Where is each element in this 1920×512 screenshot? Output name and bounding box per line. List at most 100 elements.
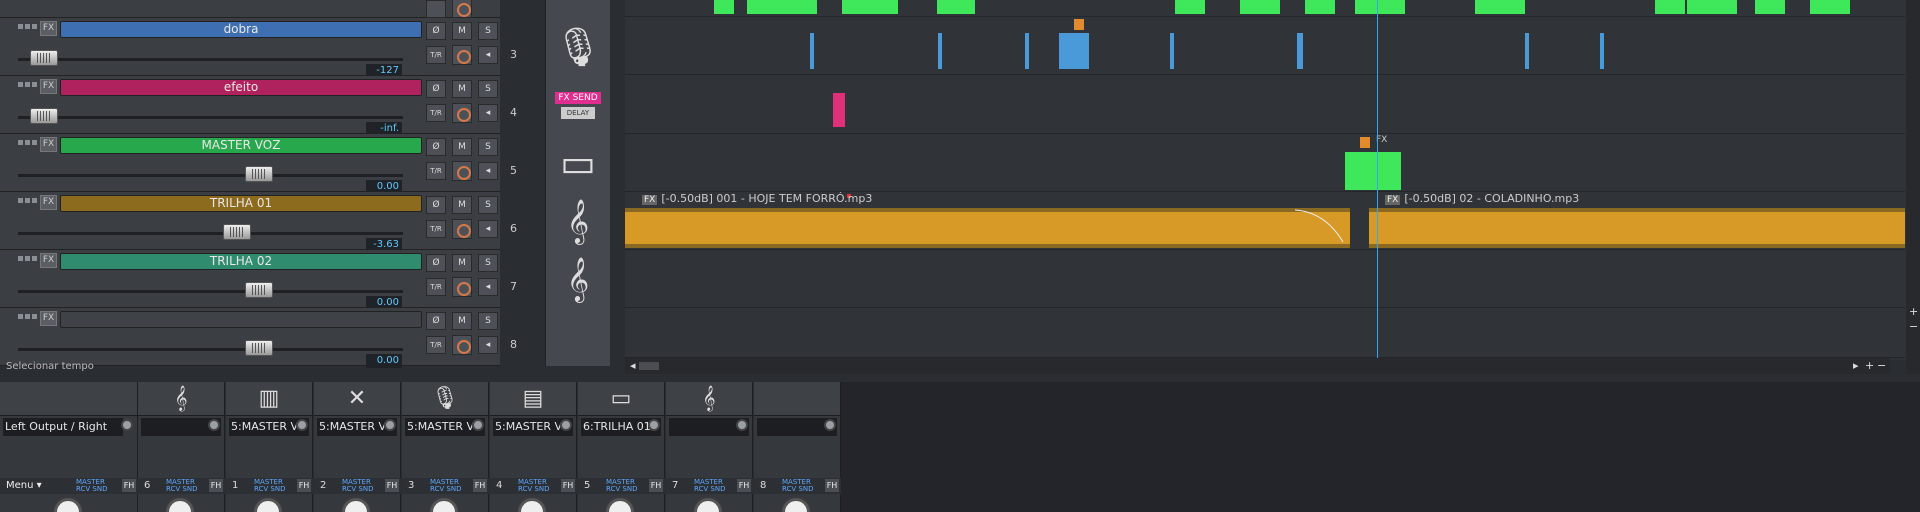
solo-button[interactable]: S	[478, 254, 498, 272]
solo-button[interactable]: S	[478, 22, 498, 40]
audio-clip[interactable]	[1810, 0, 1850, 14]
pan-knob[interactable]	[342, 498, 370, 512]
track-fx-button[interactable]: FX	[40, 195, 57, 210]
mute-button[interactable]: M	[452, 138, 472, 156]
mute-button[interactable]: M	[452, 312, 472, 330]
horizontal-scrollbar[interactable]: ◂ ▸ + −	[625, 358, 1890, 374]
mixer-channel[interactable]: ▤ 5:MASTER VC 4 MASTER RCV SND FH	[490, 382, 577, 512]
fh-button[interactable]: FH	[473, 479, 487, 492]
fx-tag[interactable]: FX	[642, 195, 658, 205]
audio-clip[interactable]	[938, 33, 942, 69]
record-button[interactable]	[452, 45, 472, 65]
monitor-button[interactable]: ◂	[478, 336, 498, 354]
phase-button[interactable]: Ø	[426, 254, 446, 272]
mixer-channel[interactable]: ▥ 5:MASTER VC 1 MASTER RCV SND FH	[226, 382, 313, 512]
volume-knob[interactable]	[245, 340, 273, 356]
mute-button[interactable]: M	[452, 22, 472, 40]
scroll-right-icon[interactable]: ▸	[1853, 359, 1859, 372]
playhead-cursor[interactable]	[1377, 0, 1378, 360]
record-button[interactable]	[452, 103, 472, 123]
mixer-channel[interactable]: 8 MASTER RCV SND FH	[754, 382, 841, 512]
volume-slider[interactable]	[18, 174, 403, 177]
track-icon[interactable]: ▭	[545, 134, 610, 192]
audio-clip[interactable]	[1170, 33, 1174, 69]
clip-info-icon[interactable]	[1074, 19, 1084, 30]
audio-clip[interactable]	[1305, 0, 1335, 14]
zoom-in-h-icon[interactable]: +	[1865, 359, 1874, 372]
tr-button[interactable]: T/R	[426, 162, 446, 180]
fh-button[interactable]: FH	[561, 479, 575, 492]
volume-slider[interactable]	[18, 348, 403, 351]
audio-clip[interactable]	[1059, 33, 1089, 69]
track-icon[interactable]: 𝄞	[545, 250, 610, 308]
zoom-out-icon[interactable]: −	[1909, 320, 1918, 333]
phase-button[interactable]: Ø	[426, 196, 446, 214]
solo-button[interactable]: S	[478, 80, 498, 98]
audio-clip[interactable]	[1755, 0, 1785, 14]
zoom-out-h-icon[interactable]: −	[1877, 359, 1886, 372]
audio-clip[interactable]	[1355, 0, 1405, 14]
audio-clip[interactable]	[1687, 0, 1737, 14]
track-row[interactable]: FX TRILHA 01 -3.63 Ø M S T/R ◂ 6 𝄞	[0, 192, 610, 252]
audio-clip[interactable]	[1525, 33, 1529, 69]
route-knob[interactable]	[121, 419, 133, 431]
output-route[interactable]: Left Output / Right	[3, 418, 123, 436]
mute-button[interactable]: M	[452, 196, 472, 214]
pan-knob[interactable]	[694, 498, 722, 512]
audio-clip[interactable]	[714, 0, 734, 14]
pan-knob[interactable]	[254, 498, 282, 512]
fh-button[interactable]: FH	[825, 479, 839, 492]
scroll-left-icon[interactable]: ◂	[630, 359, 636, 372]
scroll-thumb[interactable]	[639, 362, 659, 370]
track-fx-button[interactable]: FX	[40, 137, 57, 152]
track-name[interactable]: efeito	[60, 79, 422, 96]
audio-clip[interactable]	[1600, 33, 1604, 69]
clip-info-icon[interactable]	[1360, 137, 1370, 148]
fh-button[interactable]: FH	[297, 479, 311, 492]
volume-knob[interactable]	[223, 224, 251, 240]
solo-button[interactable]: S	[478, 196, 498, 214]
audio-clip[interactable]	[1475, 0, 1525, 14]
volume-slider[interactable]	[18, 232, 403, 235]
tr-button[interactable]	[426, 0, 446, 18]
audio-clip[interactable]	[1655, 0, 1685, 14]
route-knob[interactable]	[472, 419, 484, 431]
phase-button[interactable]: Ø	[426, 22, 446, 40]
pan-knob[interactable]	[518, 498, 546, 512]
audio-clip[interactable]	[937, 0, 975, 14]
fh-button[interactable]: FH	[122, 479, 136, 492]
audio-clip[interactable]	[1240, 0, 1280, 14]
record-button[interactable]	[452, 335, 472, 355]
phase-button[interactable]: Ø	[426, 80, 446, 98]
monitor-button[interactable]: ◂	[478, 278, 498, 296]
volume-knob[interactable]	[245, 166, 273, 182]
pan-knob[interactable]	[782, 498, 810, 512]
fh-button[interactable]: FH	[737, 479, 751, 492]
audio-clip[interactable]	[1025, 33, 1029, 69]
track-row[interactable]: FX MASTER VOZ 0.00 Ø M S T/R ◂ 5 ▭	[0, 134, 610, 194]
track-fx-button[interactable]: FX	[40, 21, 57, 36]
track-row[interactable]: FX dobra -127 Ø M S T/R ◂ 3 🎙	[0, 18, 610, 78]
monitor-button[interactable]: ◂	[478, 162, 498, 180]
pan-knob[interactable]	[166, 498, 194, 512]
volume-slider[interactable]	[18, 290, 403, 293]
volume-slider[interactable]	[18, 58, 403, 61]
fh-button[interactable]: FH	[385, 479, 399, 492]
volume-slider[interactable]	[18, 116, 403, 119]
track-icon[interactable]: 𝄞	[545, 192, 610, 250]
track-icon[interactable]: FX SEND DELAY	[545, 76, 610, 134]
track-row[interactable]: FX TRILHA 02 0.00 Ø M S T/R ◂ 7 𝄞	[0, 250, 610, 310]
mute-button[interactable]: M	[452, 80, 472, 98]
track-name[interactable]: MASTER VOZ	[60, 137, 422, 154]
monitor-button[interactable]: ◂	[478, 220, 498, 238]
audio-clip[interactable]	[747, 0, 817, 14]
zoom-in-icon[interactable]: +	[1909, 305, 1918, 318]
track-fx-button[interactable]: FX	[40, 79, 57, 94]
tr-button[interactable]: T/R	[426, 104, 446, 122]
fh-button[interactable]: FH	[649, 479, 663, 492]
track-icon[interactable]: 🎙	[545, 18, 610, 76]
volume-knob[interactable]	[30, 50, 58, 66]
monitor-button[interactable]: ◂	[478, 46, 498, 64]
route-knob[interactable]	[824, 419, 836, 431]
record-button[interactable]	[452, 161, 472, 181]
